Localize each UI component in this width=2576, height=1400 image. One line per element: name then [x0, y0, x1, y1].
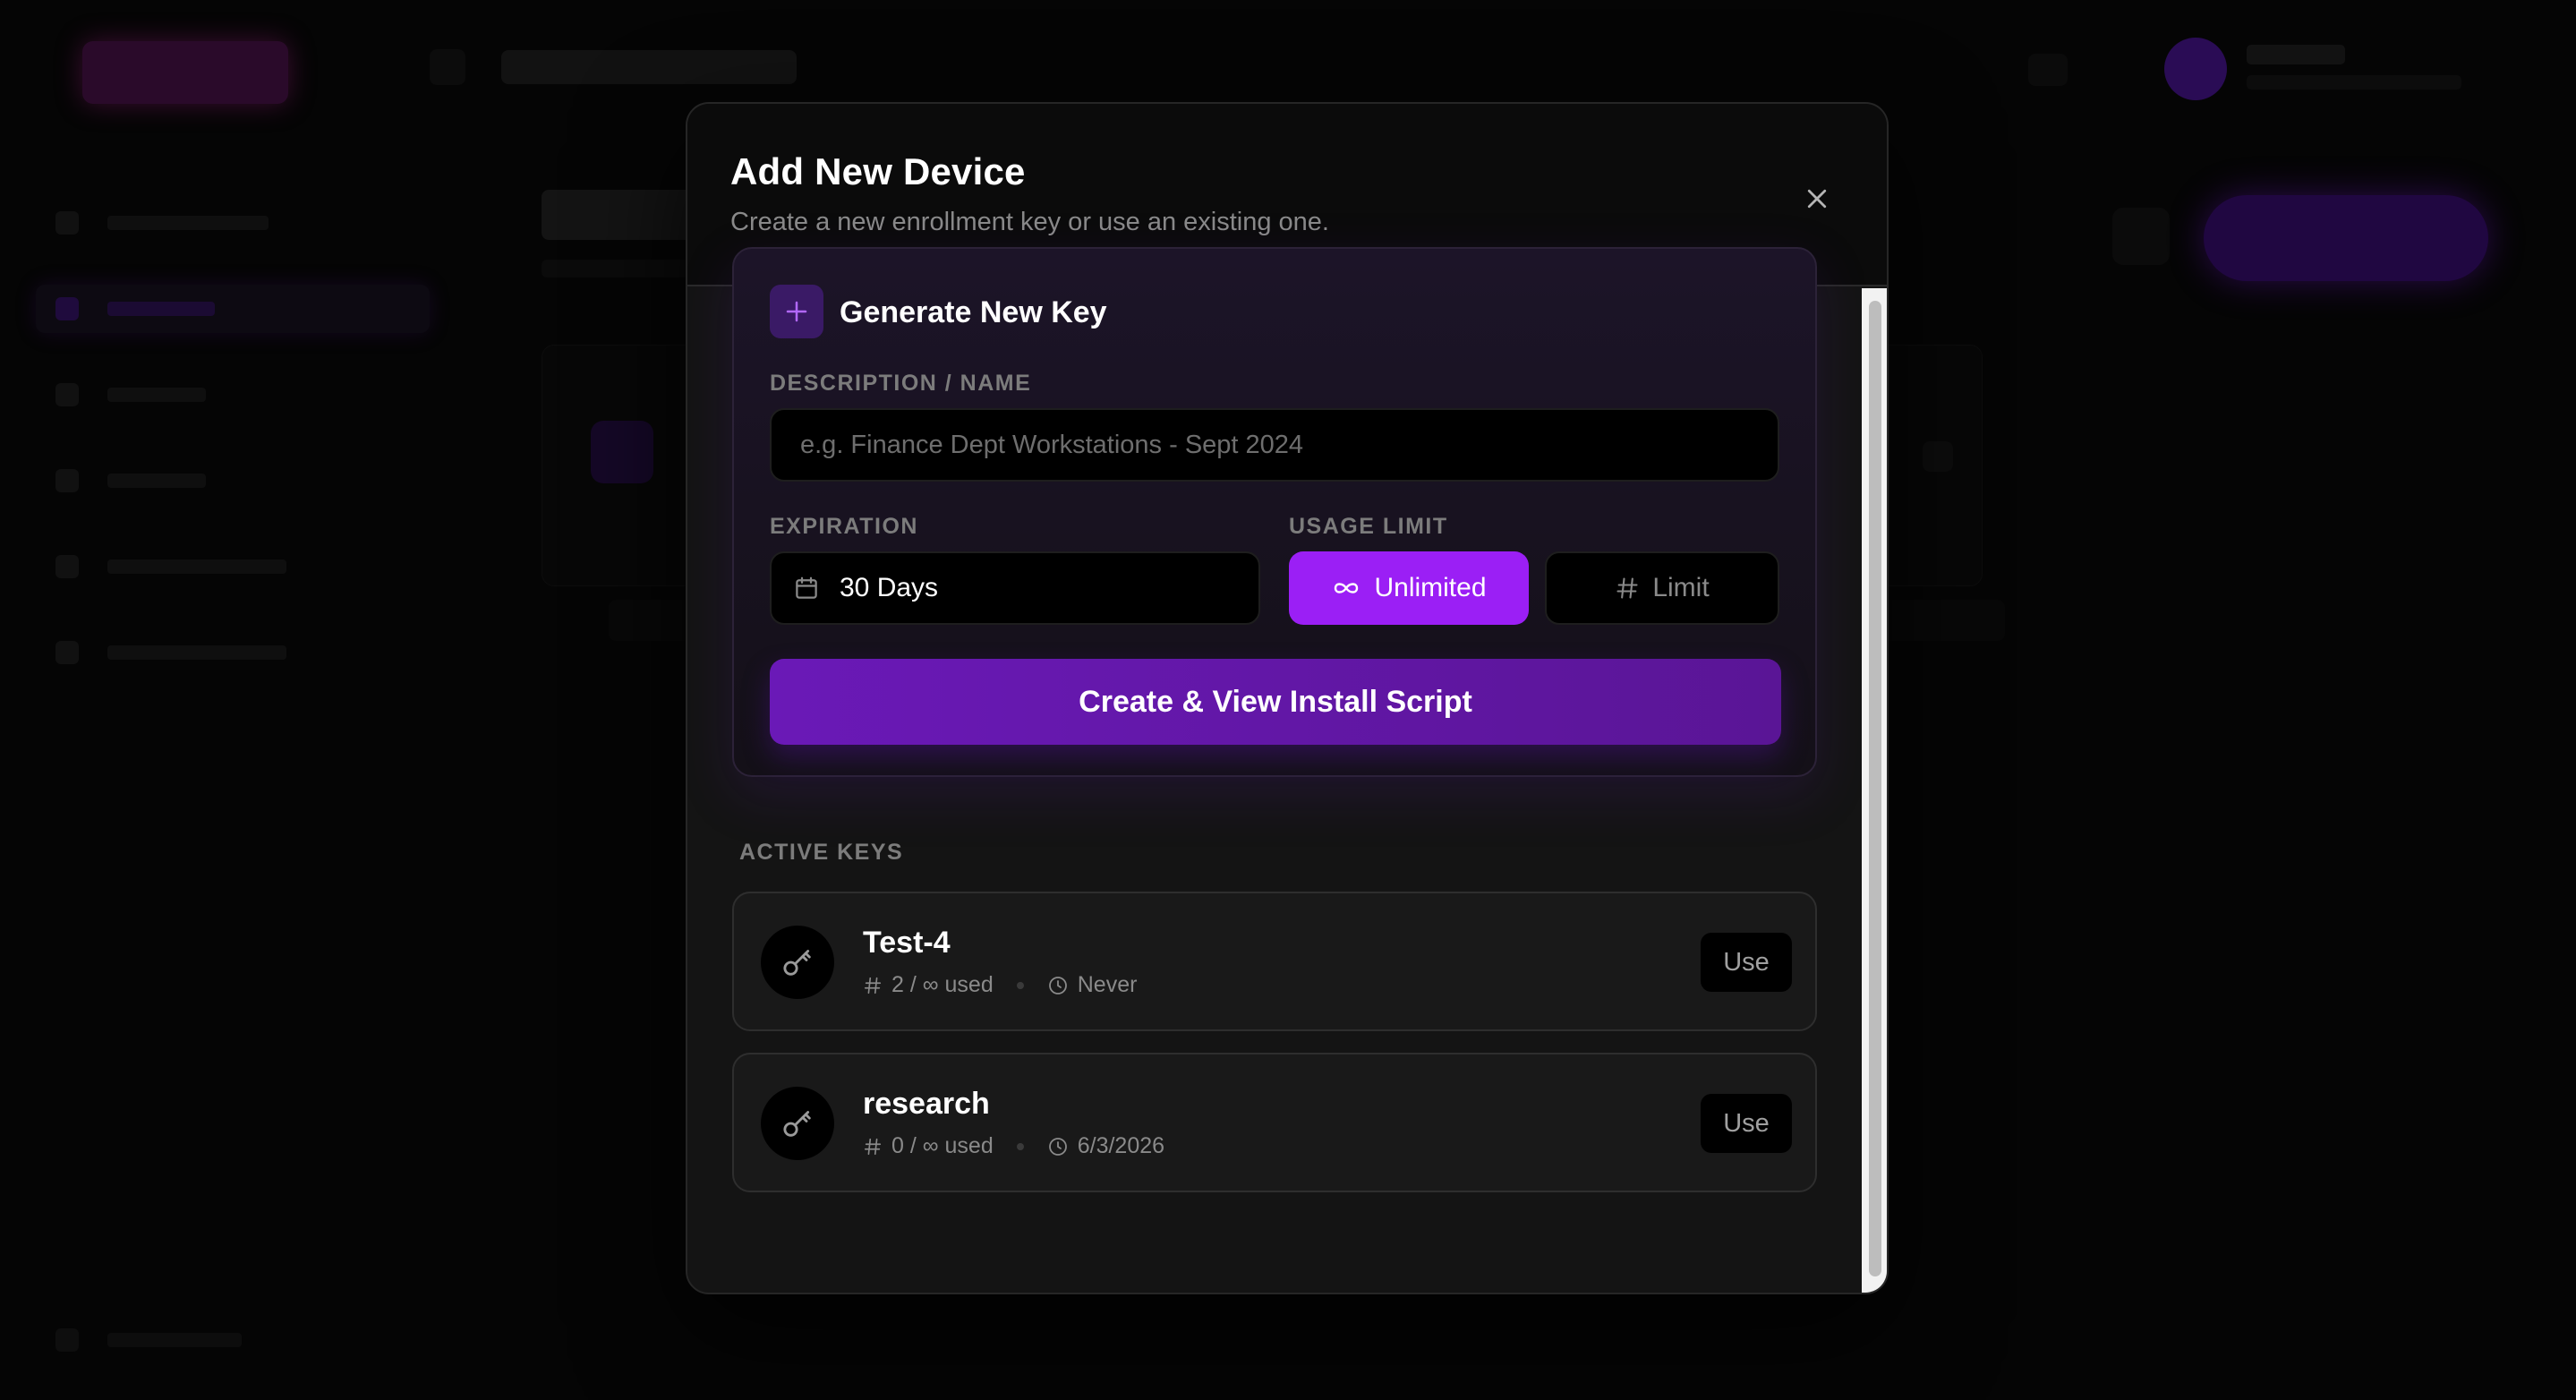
scrollbar-thumb[interactable] — [1869, 301, 1881, 1276]
infinity-icon — [1335, 583, 1359, 593]
clock-icon — [1048, 1137, 1067, 1156]
sidebar-item — [36, 457, 430, 505]
description-input[interactable] — [770, 408, 1779, 482]
active-keys-label: ACTIVE KEYS — [739, 840, 904, 865]
sidebar-item — [36, 542, 430, 591]
background-card-icon — [591, 421, 653, 483]
key-name: Test-4 — [863, 926, 951, 960]
sidebar-item-settings — [36, 1316, 430, 1364]
background-icon-button — [2112, 208, 2170, 265]
meta-separator — [1016, 1142, 1024, 1150]
sidebar-item — [36, 199, 430, 247]
clock-icon — [1048, 976, 1067, 995]
limit-toggle-button[interactable]: Limit — [1545, 551, 1779, 625]
key-usage: 2 / ∞ used — [891, 972, 994, 997]
modal-title: Add New Device — [730, 150, 1026, 192]
calendar-icon — [796, 576, 817, 599]
key-row-test-4: Test-4 2 / ∞ used Never Use — [732, 892, 1817, 1031]
user-name — [2247, 45, 2345, 64]
create-install-script-button[interactable]: Create & View Install Script — [770, 659, 1781, 745]
unlimited-label: Unlimited — [1374, 573, 1487, 602]
modal-body: Generate New Key DESCRIPTION / NAME EXPI… — [687, 247, 1860, 1293]
key-meta: 2 / ∞ used Never — [863, 972, 1137, 998]
expiration-value: 30 Days — [840, 573, 939, 602]
modal-subtitle: Create a new enrollment key or use an ex… — [730, 208, 1329, 236]
expiration-label: EXPIRATION — [770, 514, 918, 539]
sidebar-item-active — [36, 285, 430, 333]
key-usage: 0 / ∞ used — [891, 1133, 994, 1158]
use-key-button[interactable]: Use — [1701, 1094, 1792, 1153]
key-expiry: 6/3/2026 — [1077, 1133, 1165, 1158]
key-expiry: Never — [1077, 972, 1138, 997]
limit-label: Limit — [1652, 573, 1710, 602]
key-icon — [761, 926, 834, 999]
close-button[interactable] — [1790, 172, 1844, 226]
sidebar-item — [36, 628, 430, 677]
hash-icon — [864, 977, 882, 994]
sidebar-item — [36, 371, 430, 419]
bell-icon — [2028, 54, 2068, 86]
modal-scrollbar[interactable] — [1862, 288, 1887, 1293]
user-email — [2247, 75, 2461, 90]
close-icon — [1807, 189, 1827, 209]
app-logo — [82, 41, 288, 104]
use-key-button[interactable]: Use — [1701, 933, 1792, 992]
back-icon — [430, 49, 465, 85]
key-icon — [761, 1087, 834, 1160]
usage-limit-label: USAGE LIMIT — [1289, 514, 1448, 539]
description-label: DESCRIPTION / NAME — [770, 371, 1032, 396]
app-header-title — [501, 50, 797, 84]
expiration-select[interactable]: 30 Days — [770, 551, 1260, 625]
unlimited-toggle-button[interactable]: Unlimited — [1289, 551, 1529, 625]
meta-separator — [1016, 981, 1024, 989]
key-name: research — [863, 1087, 990, 1121]
key-meta: 0 / ∞ used 6/3/2026 — [863, 1133, 1164, 1159]
generate-key-title: Generate New Key — [840, 295, 1107, 329]
add-device-modal: Add New Device Create a new enrollment k… — [686, 102, 1889, 1294]
avatar — [2164, 38, 2227, 100]
key-row-research: research 0 / ∞ used 6/3/2026 Use — [732, 1053, 1817, 1192]
generate-key-card: Generate New Key DESCRIPTION / NAME EXPI… — [732, 247, 1817, 777]
background-card-close-icon — [1923, 441, 1953, 472]
create-button-label: Create & View Install Script — [1079, 684, 1472, 719]
background-add-device-button — [2204, 195, 2488, 281]
hash-icon — [1616, 577, 1638, 599]
plus-icon — [770, 285, 823, 338]
hash-icon — [864, 1138, 882, 1155]
